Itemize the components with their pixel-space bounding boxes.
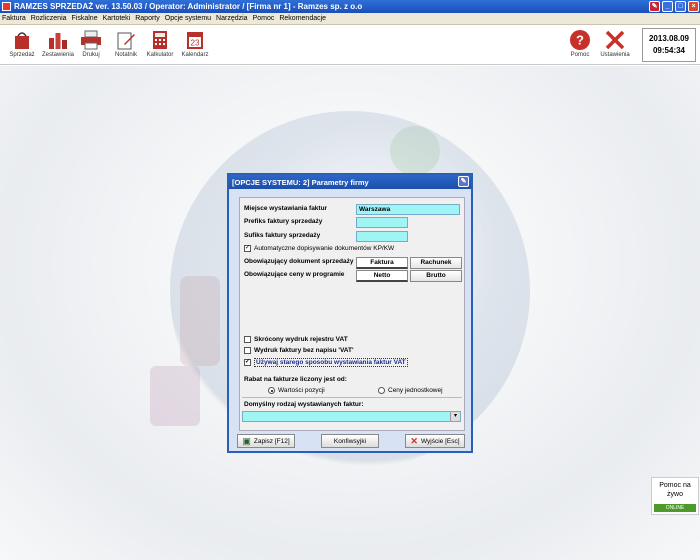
floppy-icon: ▣ xyxy=(242,435,251,446)
discount-cena-radio[interactable]: Ceny jednostkowej xyxy=(378,387,443,394)
menu-narzedzia[interactable]: Narzędzia xyxy=(216,15,248,22)
menu-raporty[interactable]: Raporty xyxy=(135,15,160,22)
dialog-edit-icon[interactable]: ✎ xyxy=(458,176,469,187)
chevron-down-icon: ▾ xyxy=(450,412,460,421)
menu-kartoteki[interactable]: Kartoteki xyxy=(103,15,131,22)
suffix-label: Sufiks faktury sprzedaży xyxy=(244,232,321,239)
online-badge: ONLINE xyxy=(654,504,696,512)
menu-faktura[interactable]: Faktura xyxy=(2,15,26,22)
short-vat-checkbox[interactable]: Skrócony wydruk rejestru VAT xyxy=(244,336,348,343)
doc-label: Obowiązujący dokument sprzedaży xyxy=(244,258,354,265)
wrench-screwdriver-icon xyxy=(604,29,626,51)
separator xyxy=(242,397,462,398)
svg-text:?: ? xyxy=(576,33,584,48)
close-icon: ✕ xyxy=(410,435,418,446)
minimize-button[interactable]: _ xyxy=(662,1,673,12)
dialog-panel: Miejsce wystawiania faktur Warszawa Pref… xyxy=(239,197,465,431)
calendar-icon: 23 xyxy=(184,29,206,51)
kalkulator-button[interactable]: Kalkulator xyxy=(142,27,178,63)
menu-bar: Faktura Rozliczenia Fiskalne Kartoteki R… xyxy=(0,13,700,25)
checkbox-checked: ✓ xyxy=(244,359,251,366)
save-button[interactable]: ▣ Zapisz [F12] xyxy=(237,434,295,448)
discount-label: Rabat na fakturze liczony jest od: xyxy=(244,376,347,383)
decor-bag xyxy=(150,366,200,426)
no-vat-checkbox[interactable]: Wydruk faktury bez napisu 'VAT' xyxy=(244,347,354,354)
notepad-icon xyxy=(115,29,137,51)
menu-pomoc[interactable]: Pomoc xyxy=(253,15,275,22)
menu-opcje-systemu[interactable]: Opcje systemu xyxy=(165,15,211,22)
kalendarz-button[interactable]: 23 Kalendarz xyxy=(177,27,213,63)
discount-wartosc-radio[interactable]: Wartości pozycji xyxy=(268,387,325,394)
ustawienia-button[interactable]: Ustawienia xyxy=(597,27,633,63)
clock-display: 2013.08.09 09:54:34 xyxy=(642,28,696,62)
toolbar: Sprzedaż Zestawienia Drukuj Notatnik Kal… xyxy=(0,25,700,65)
menu-rekomendacje[interactable]: Rekomendacje xyxy=(279,15,326,22)
checkbox-checked: ✓ xyxy=(244,245,251,252)
program-icon[interactable]: ✎ xyxy=(649,1,660,12)
place-input[interactable]: Warszawa xyxy=(356,204,460,215)
suffix-input[interactable] xyxy=(356,231,408,242)
clock-date: 2013.08.09 xyxy=(648,34,690,43)
exit-button[interactable]: ✕ Wyjście [Esc] xyxy=(405,434,465,448)
place-label: Miejsce wystawiania faktur xyxy=(244,205,328,212)
price-netto-button[interactable]: Netto xyxy=(356,270,408,282)
default-kind-label: Domyślny rodzaj wystawianych faktur: xyxy=(244,401,364,408)
clock-time: 09:54:34 xyxy=(652,46,686,55)
printer-icon xyxy=(80,29,102,51)
close-button[interactable]: × xyxy=(688,1,699,12)
auto-kpkw-checkbox[interactable]: ✓ Automatyczne dopisywanie dokumentów KP… xyxy=(244,245,394,252)
parametry-firmy-dialog: [OPCJE SYSTEMU: 2] Parametry firmy ✎ Mie… xyxy=(227,173,473,453)
doc-faktura-button[interactable]: Faktura xyxy=(356,257,408,269)
window-title: RAMZES SPRZEDAŻ ver. 13.50.03 / Operator… xyxy=(14,2,363,11)
price-brutto-button[interactable]: Brutto xyxy=(410,270,462,282)
menu-fiskalne[interactable]: Fiskalne xyxy=(72,15,98,22)
old-method-checkbox[interactable]: ✓ Używaj starego sposobu wystawiania fak… xyxy=(244,358,408,367)
shopping-bag-icon xyxy=(11,29,33,51)
sprzedaz-button[interactable]: Sprzedaż xyxy=(4,27,40,63)
title-bar: RAMZES SPRZEDAŻ ver. 13.50.03 / Operator… xyxy=(0,0,700,13)
bar-chart-icon xyxy=(47,29,69,51)
zestawienia-button[interactable]: Zestawienia xyxy=(40,27,76,63)
doc-rachunek-button[interactable]: Rachunek xyxy=(410,257,462,269)
live-help-widget[interactable]: Pomoc na żywo ONLINE xyxy=(651,477,699,515)
app-icon xyxy=(2,2,11,11)
restore-button[interactable]: □ xyxy=(675,1,686,12)
calendar-day: 23 xyxy=(191,39,200,48)
menu-rozliczenia[interactable]: Rozliczenia xyxy=(31,15,67,22)
drukuj-button[interactable]: Drukuj xyxy=(73,27,109,63)
help-icon: ? xyxy=(569,29,591,51)
calculator-icon xyxy=(149,29,171,51)
prefix-label: Prefiks faktury sprzedaży xyxy=(244,218,323,225)
dialog-title: [OPCJE SYSTEMU: 2] Parametry firmy xyxy=(232,177,369,187)
decor-runner xyxy=(390,126,440,176)
decor-figure xyxy=(180,276,220,366)
default-kind-select[interactable]: ▾ xyxy=(242,411,461,422)
dialog-title-bar: [OPCJE SYSTEMU: 2] Parametry firmy ✎ xyxy=(229,175,471,189)
price-label: Obowiązujące ceny w programie xyxy=(244,271,345,278)
prefix-input[interactable] xyxy=(356,217,408,228)
config-button[interactable]: Konfiwsyjki xyxy=(321,434,379,448)
pomoc-button[interactable]: ? Pomoc xyxy=(562,27,598,63)
notatnik-button[interactable]: Notatnik xyxy=(108,27,144,63)
